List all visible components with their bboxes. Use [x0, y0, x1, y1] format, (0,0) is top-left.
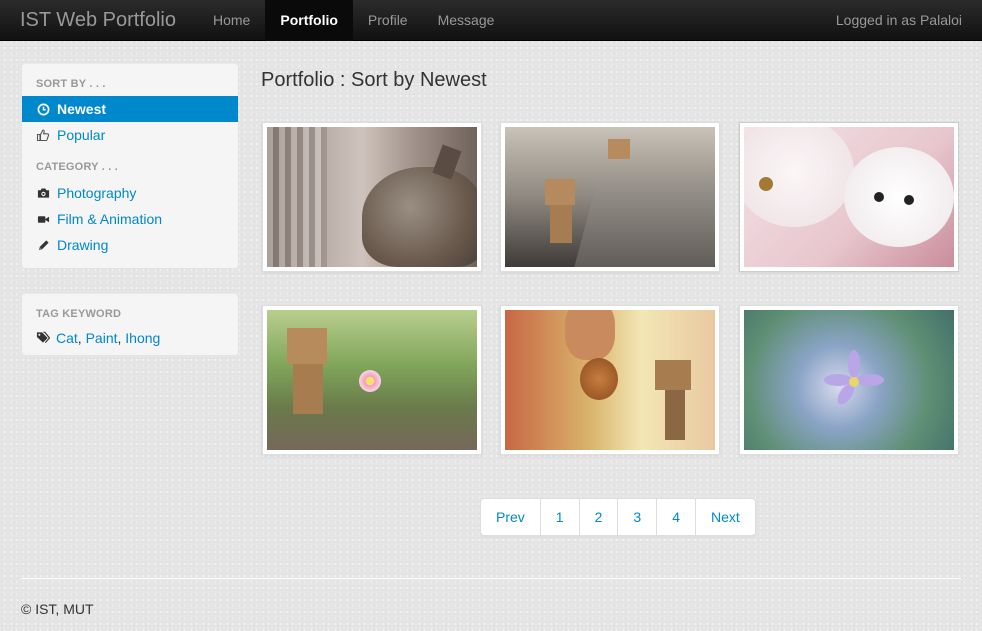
tag-list: Cat, Paint, Ihong: [22, 327, 238, 349]
clock-icon: [36, 102, 50, 116]
top-navbar: IST Web Portfolio Home Portfolio Profile…: [0, 0, 982, 41]
footer-divider: [21, 578, 961, 579]
user-status[interactable]: Logged in as Palaloi: [836, 0, 962, 41]
pagination-page-2[interactable]: 2: [580, 499, 619, 535]
sort-by-header: SORT BY . . .: [36, 78, 106, 90]
nav-home[interactable]: Home: [198, 0, 265, 41]
portfolio-thumbnail-purple-flower[interactable]: [739, 305, 959, 455]
sidebar-item-photography[interactable]: Photography: [22, 180, 238, 206]
pagination: Prev 1 2 3 4 Next: [480, 498, 756, 536]
pagination-next[interactable]: Next: [696, 499, 755, 535]
sidebar-item-film-animation[interactable]: Film & Animation: [22, 206, 238, 232]
thumbnail-image: [505, 310, 715, 450]
page-title: Portfolio : Sort by Newest: [261, 69, 487, 91]
brand-logo[interactable]: IST Web Portfolio: [20, 0, 176, 41]
thumbnail-image: [744, 127, 954, 267]
tag-ihong[interactable]: Ihong: [125, 330, 160, 346]
portfolio-thumbnail-cat[interactable]: [262, 122, 482, 272]
thumbnail-image: [505, 127, 715, 267]
sidebar-item-label: Photography: [57, 185, 137, 201]
portfolio-thumbnail-robot-wall[interactable]: [500, 122, 720, 272]
tag-keyword-header: TAG KEYWORD: [36, 308, 122, 320]
pencil-icon: [36, 238, 50, 252]
video-camera-icon: [36, 212, 50, 226]
sidebar-item-label: Popular: [57, 127, 106, 143]
pagination-page-4[interactable]: 4: [657, 499, 696, 535]
nav-portfolio[interactable]: Portfolio: [265, 0, 353, 41]
nav-profile[interactable]: Profile: [353, 0, 423, 41]
sidebar-filter-panel: SORT BY . . . Newest Popular CATEGORY . …: [21, 62, 239, 269]
tag-cat[interactable]: Cat: [56, 330, 78, 346]
sidebar-item-label: Newest: [57, 101, 107, 117]
pagination-prev[interactable]: Prev: [481, 499, 541, 535]
pagination-page-1[interactable]: 1: [541, 499, 580, 535]
tag-paint[interactable]: Paint: [86, 330, 118, 346]
portfolio-thumbnail-kittens[interactable]: [739, 122, 959, 272]
nav-message[interactable]: Message: [423, 0, 510, 41]
main-nav: Home Portfolio Profile Message: [198, 0, 509, 41]
camera-icon: [36, 186, 50, 200]
pagination-page-3[interactable]: 3: [618, 499, 658, 535]
category-header: CATEGORY . . .: [36, 161, 119, 173]
tags-icon: [36, 331, 50, 345]
thumbnail-image: [267, 310, 477, 450]
sidebar-item-popular[interactable]: Popular: [22, 122, 238, 148]
thumbnail-image: [267, 127, 477, 267]
tag-separator: ,: [117, 330, 126, 346]
tag-keyword-panel: TAG KEYWORD Cat, Paint, Ihong: [21, 292, 239, 356]
thumbs-up-icon: [36, 128, 50, 142]
portfolio-thumbnail-robot-flower[interactable]: [262, 305, 482, 455]
thumbnail-image: [744, 310, 954, 450]
footer-copyright: © IST, MUT: [21, 601, 94, 617]
tag-separator: ,: [77, 330, 86, 346]
sidebar-item-drawing[interactable]: Drawing: [22, 232, 238, 258]
sidebar-item-label: Drawing: [57, 237, 109, 253]
sidebar-item-label: Film & Animation: [57, 211, 163, 227]
sidebar-item-newest[interactable]: Newest: [22, 96, 238, 122]
portfolio-thumbnail-robot-cookie[interactable]: [500, 305, 720, 455]
